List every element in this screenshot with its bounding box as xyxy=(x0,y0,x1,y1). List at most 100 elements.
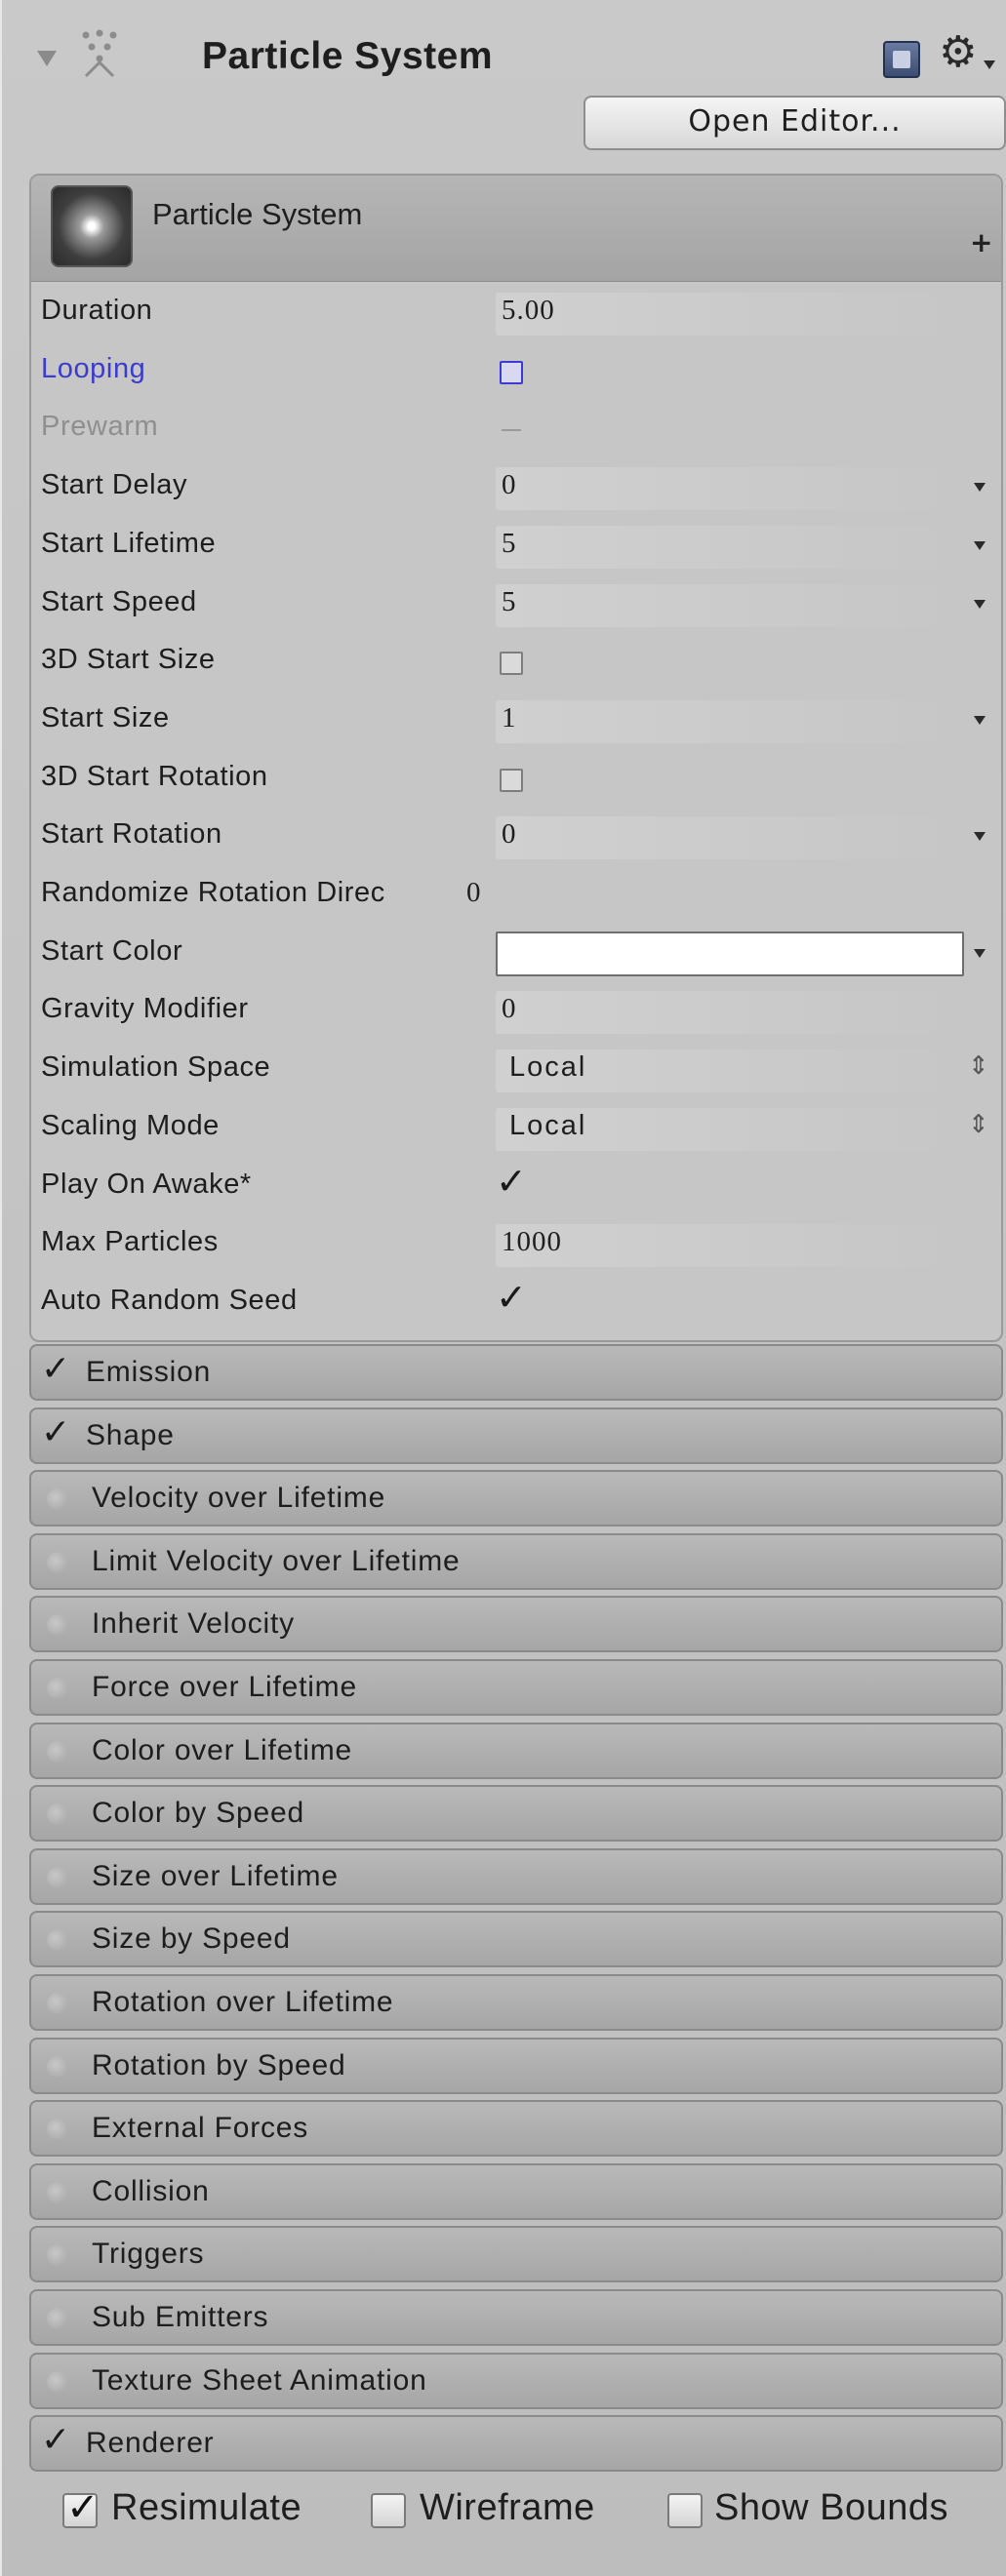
module-header[interactable]: Sub Emitters xyxy=(29,2289,1003,2346)
resimulate-checkbox[interactable]: ✓ xyxy=(62,2485,100,2530)
property-checkbox[interactable] xyxy=(500,418,523,442)
module-toggle[interactable] xyxy=(47,1866,68,1888)
property-row: Looping xyxy=(31,343,1001,402)
chevron-down-icon[interactable] xyxy=(984,60,995,69)
property-checkbox[interactable] xyxy=(500,652,523,676)
property-value: 1000 xyxy=(502,1226,562,1258)
module-header[interactable]: Color by Speed xyxy=(29,1785,1003,1843)
property-field[interactable] xyxy=(496,583,964,627)
module-label: Force over Lifetime xyxy=(92,1671,357,1703)
inspector-panel: Particle System ⚙ Open Editor... Particl… xyxy=(0,0,1006,2576)
checkmark-icon[interactable]: ✓ xyxy=(41,1352,70,1387)
module-label: Sub Emitters xyxy=(92,2301,269,2333)
module-header[interactable]: Size over Lifetime xyxy=(29,1847,1003,1905)
module-toggle[interactable] xyxy=(47,1614,68,1637)
property-field[interactable] xyxy=(496,991,964,1035)
module-header[interactable]: Limit Velocity over Lifetime xyxy=(29,1532,1003,1590)
property-label: Looping xyxy=(41,352,146,384)
module-header[interactable]: Velocity over Lifetime xyxy=(29,1470,1003,1527)
particle-system-icon xyxy=(82,29,117,78)
module-header[interactable]: ✓ Shape xyxy=(29,1407,1003,1464)
property-checkbox[interactable] xyxy=(500,360,523,384)
module-toggle[interactable] xyxy=(47,1740,68,1763)
property-field[interactable] xyxy=(496,816,964,860)
module-header[interactable]: Size by Speed xyxy=(29,1911,1003,1968)
dropdown-arrow-icon[interactable] xyxy=(974,832,986,842)
dropdown-arrow-icon[interactable] xyxy=(974,715,986,725)
fold-arrow-icon[interactable] xyxy=(37,51,57,66)
property-field[interactable] xyxy=(496,293,964,336)
module-toggle[interactable] xyxy=(47,2370,68,2393)
property-field[interactable] xyxy=(496,525,964,569)
module-label: Velocity over Lifetime xyxy=(92,1482,386,1515)
property-label: 3D Start Size xyxy=(41,644,216,676)
property-row: Auto Random Seed ✓ xyxy=(31,1275,1001,1333)
property-field[interactable] xyxy=(496,699,964,743)
property-label: Prewarm xyxy=(41,411,159,443)
property-checkbox[interactable] xyxy=(500,768,523,792)
module-toggle[interactable] xyxy=(47,2055,68,2078)
dropdown-arrow-icon[interactable] xyxy=(974,599,986,609)
start-color-swatch[interactable] xyxy=(496,931,964,976)
updown-icon[interactable]: ⇕ xyxy=(968,1110,989,1139)
module-toggle[interactable] xyxy=(47,1803,68,1826)
show-bounds-checkbox[interactable] xyxy=(667,2493,703,2528)
property-label: Play On Awake* xyxy=(41,1168,252,1200)
property-value: Local xyxy=(509,1051,587,1084)
resimulate-label: Resimulate xyxy=(111,2487,302,2528)
wireframe-checkbox[interactable] xyxy=(371,2493,406,2528)
module-header[interactable]: Rotation by Speed xyxy=(29,2037,1003,2094)
module-label: Size by Speed xyxy=(92,1922,291,1956)
module-header[interactable]: Rotation over Lifetime xyxy=(29,1974,1003,2031)
dropdown-arrow-icon[interactable] xyxy=(974,540,986,550)
plus-icon[interactable]: + xyxy=(970,226,992,258)
preview-options: ✓ Resimulate Wireframe Show Bounds xyxy=(2,2438,1006,2576)
property-value: 0 xyxy=(502,469,517,501)
property-row: Max Particles 1000 xyxy=(31,1216,1001,1275)
module-toggle[interactable] xyxy=(47,2244,68,2267)
property-value[interactable]: 0 xyxy=(466,877,482,909)
module-toggle[interactable] xyxy=(47,2181,68,2203)
module-label: Shape xyxy=(86,1418,175,1451)
checkmark-icon[interactable]: ✓ xyxy=(41,1414,70,1450)
dropdown-arrow-icon[interactable] xyxy=(974,948,986,958)
module-label: Collision xyxy=(92,2174,210,2207)
module-header[interactable]: ✓ Emission xyxy=(29,1344,1003,1401)
open-editor-button[interactable]: Open Editor... xyxy=(583,96,1006,150)
property-field[interactable] xyxy=(496,467,964,511)
updown-icon[interactable]: ⇕ xyxy=(968,1051,989,1081)
property-value: 5.00 xyxy=(502,295,555,326)
module-header[interactable]: Color over Lifetime xyxy=(29,1722,1003,1779)
module-toggle[interactable] xyxy=(47,1929,68,1952)
module-header[interactable]: Texture Sheet Animation xyxy=(29,2352,1003,2409)
module-toggle[interactable] xyxy=(47,2119,68,2141)
module-toggle[interactable] xyxy=(47,2308,68,2329)
module-toggle[interactable] xyxy=(47,1551,68,1573)
checkmark-icon[interactable]: ✓ xyxy=(496,1279,527,1316)
module-header[interactable]: External Forces xyxy=(29,2100,1003,2158)
property-label: Simulation Space xyxy=(41,1051,271,1084)
gear-icon[interactable]: ⚙ xyxy=(939,31,977,74)
module-toggle[interactable] xyxy=(47,1488,68,1511)
property-value: 5 xyxy=(502,527,517,559)
module-header[interactable]: Collision xyxy=(29,2162,1003,2220)
dropdown-arrow-icon[interactable] xyxy=(974,483,986,493)
property-row: 3D Start Rotation xyxy=(31,751,1001,810)
module-header[interactable]: Triggers xyxy=(29,2226,1003,2283)
module-toggle[interactable] xyxy=(47,1678,68,1699)
property-label: Start Color xyxy=(41,934,183,967)
module-label: Rotation by Speed xyxy=(92,2048,346,2081)
help-icon[interactable] xyxy=(883,41,920,78)
main-module-header[interactable]: Particle System + xyxy=(31,176,1001,282)
property-row: Start Rotation 0 xyxy=(31,809,1001,867)
property-row: Start Delay 0 xyxy=(31,459,1001,518)
property-label: Duration xyxy=(41,295,153,326)
property-field[interactable] xyxy=(496,1224,964,1268)
checkmark-icon[interactable]: ✓ xyxy=(496,1163,527,1200)
property-label: Auto Random Seed xyxy=(41,1284,298,1316)
module-header[interactable]: Force over Lifetime xyxy=(29,1659,1003,1716)
wireframe-label: Wireframe xyxy=(420,2487,595,2528)
module-header[interactable]: Inherit Velocity xyxy=(29,1596,1003,1653)
property-label: Start Size xyxy=(41,701,170,733)
module-toggle[interactable] xyxy=(47,1993,68,2014)
